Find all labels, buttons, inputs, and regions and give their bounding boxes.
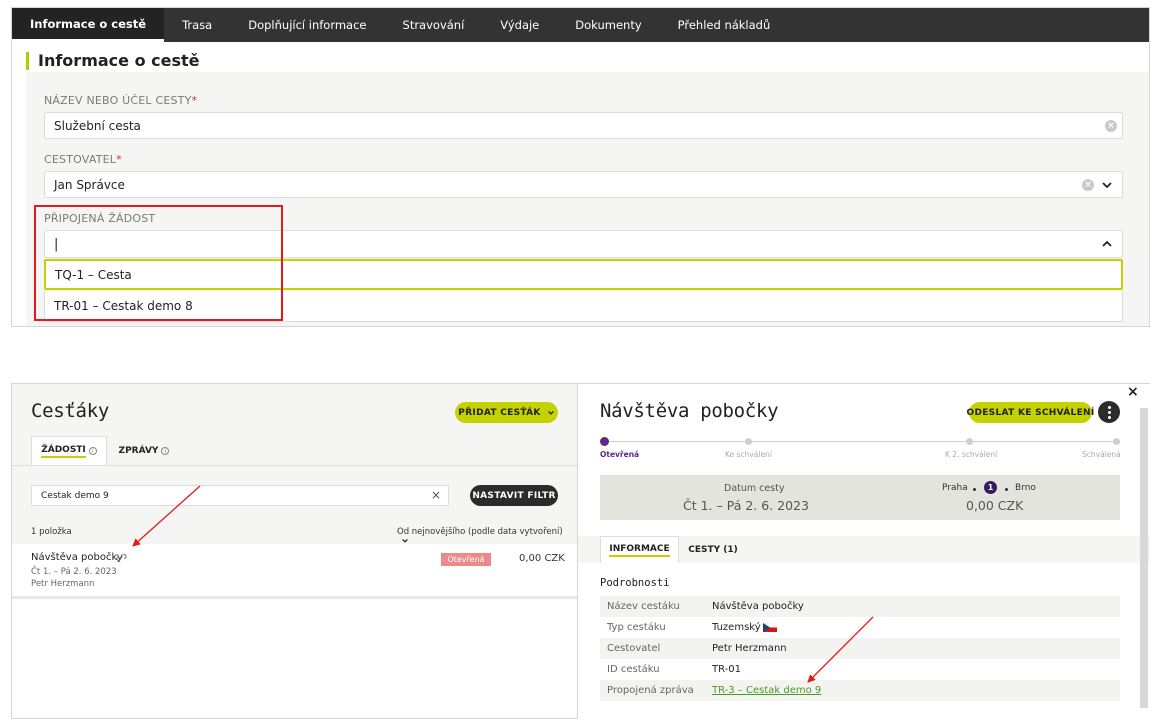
tab-reports[interactable]: ZPRÁVY i xyxy=(112,436,176,465)
route-count-badge: 1 xyxy=(984,481,997,494)
tab-meals[interactable]: Stravování xyxy=(385,8,483,42)
annotation-highlight-box xyxy=(34,205,283,321)
clear-search-icon[interactable]: × xyxy=(431,488,441,502)
info-icon: i xyxy=(161,446,170,455)
trip-form-panel: Informace o cestě Trasa Doplňující infor… xyxy=(11,7,1150,327)
status-badge: Otevřená xyxy=(441,553,491,566)
tab-route[interactable]: Trasa xyxy=(164,8,230,42)
czech-flag-icon xyxy=(763,623,777,632)
tab-trips[interactable]: CESTY (1) xyxy=(683,536,743,564)
clear-purpose-icon[interactable]: × xyxy=(1105,120,1117,132)
item-person: Petr Herzmann xyxy=(31,579,95,589)
tab-expenses[interactable]: Výdaje xyxy=(482,8,557,42)
trip-summary-card: Datum cesty Čt 1. – Pá 2. 6. 2023 Praha … xyxy=(600,475,1120,520)
step-dot xyxy=(745,438,752,445)
detail-title: Návštěva pobočky xyxy=(600,400,779,422)
step-dot xyxy=(1113,438,1120,445)
scrollbar[interactable] xyxy=(1140,408,1148,708)
stepper-line xyxy=(604,441,1119,442)
travel-orders-list-panel: Cesťáky PŘIDAT CESŤÁK ŽÁDOSTI i ZPRÁVY i C… xyxy=(11,383,578,719)
chevron-down-icon xyxy=(547,410,554,415)
step-label-second-approval: K 2. schválení xyxy=(945,450,998,459)
linked-report-link[interactable]: TR-3 – Cestak demo 9 xyxy=(712,685,821,696)
list-shadow xyxy=(12,596,577,599)
tab-additional-info[interactable]: Doplňující informace xyxy=(230,8,384,42)
tab-trip-info[interactable]: Informace o cestě xyxy=(12,8,165,42)
traveler-label: CESTOVATEL* xyxy=(44,153,122,166)
route-to: Brno xyxy=(1015,483,1036,493)
purpose-label: NÁZEV NEBO ÚČEL CESTY* xyxy=(44,94,198,107)
step-label-open: Otevřená xyxy=(600,450,640,459)
route-dot xyxy=(973,488,976,491)
link-icon xyxy=(116,554,127,561)
route-dot xyxy=(1005,488,1008,491)
result-count: 1 položka xyxy=(31,527,72,537)
list-title: Cesťáky xyxy=(31,400,109,422)
details-title: Podrobnosti xyxy=(600,577,670,589)
list-item[interactable]: Návštěva pobočky Čt 1. – Pá 2. 6. 2023 P… xyxy=(12,544,577,596)
search-input[interactable]: Cestak demo 9 xyxy=(31,485,449,506)
more-options-icon[interactable] xyxy=(1098,401,1120,423)
detail-row-type: Typ cestáku Tuzemský xyxy=(600,617,1120,638)
travel-order-detail-panel: Návštěva pobočky ODESLAT KE SCHVÁLENÍ Ot… xyxy=(578,383,1150,719)
traveler-select[interactable]: Jan Správce xyxy=(44,171,1123,198)
route-from: Praha xyxy=(942,483,968,493)
send-for-approval-button[interactable]: ODESLAT KE SCHVÁLENÍ xyxy=(967,402,1094,423)
info-icon: i xyxy=(88,447,97,455)
add-travel-order-button[interactable]: PŘIDAT CESŤÁK xyxy=(455,402,558,423)
trip-date-value: Čt 1. – Pá 2. 6. 2023 xyxy=(683,498,809,513)
step-label-approved: Schválená xyxy=(1082,450,1121,459)
item-dates: Čt 1. – Pá 2. 6. 2023 xyxy=(31,567,117,577)
item-amount: 0,00 CZK xyxy=(519,553,565,564)
tab-documents[interactable]: Dokumenty xyxy=(557,8,659,42)
trip-date-label: Datum cesty xyxy=(724,483,785,494)
chevron-up-icon[interactable] xyxy=(1102,239,1112,249)
purpose-input[interactable]: Služební cesta xyxy=(44,112,1123,139)
tab-information[interactable]: INFORMACE xyxy=(600,536,679,564)
step-dot-active xyxy=(600,437,609,446)
detail-row-linked-report: Propojená zpráva TR-3 – Cestak demo 9 xyxy=(600,680,1120,701)
tabs-divider xyxy=(12,465,577,466)
item-title: Návštěva pobočky xyxy=(31,552,123,563)
tab-requests[interactable]: ŽÁDOSTI i xyxy=(31,436,107,465)
detail-row-traveler: Cestovatel Petr Herzmann xyxy=(600,638,1120,659)
step-dot xyxy=(966,438,973,445)
detail-row-name: Název cestáku Návštěva pobočky xyxy=(600,596,1120,617)
trip-tabs: Informace o cestě Trasa Doplňující infor… xyxy=(12,8,1149,42)
step-label-approval: Ke schválení xyxy=(725,450,772,459)
chevron-down-icon[interactable] xyxy=(1102,180,1112,190)
close-icon[interactable]: × xyxy=(1127,384,1139,400)
detail-row-id: ID cestáku TR-01 xyxy=(607,664,741,675)
tab-cost-overview[interactable]: Přehled nákladů xyxy=(660,8,789,42)
route-amount: 0,00 CZK xyxy=(966,498,1024,513)
set-filter-button[interactable]: NASTAVIT FILTR xyxy=(470,485,558,506)
clear-traveler-icon[interactable]: × xyxy=(1082,179,1094,191)
section-title: Informace o cestě xyxy=(26,52,199,70)
